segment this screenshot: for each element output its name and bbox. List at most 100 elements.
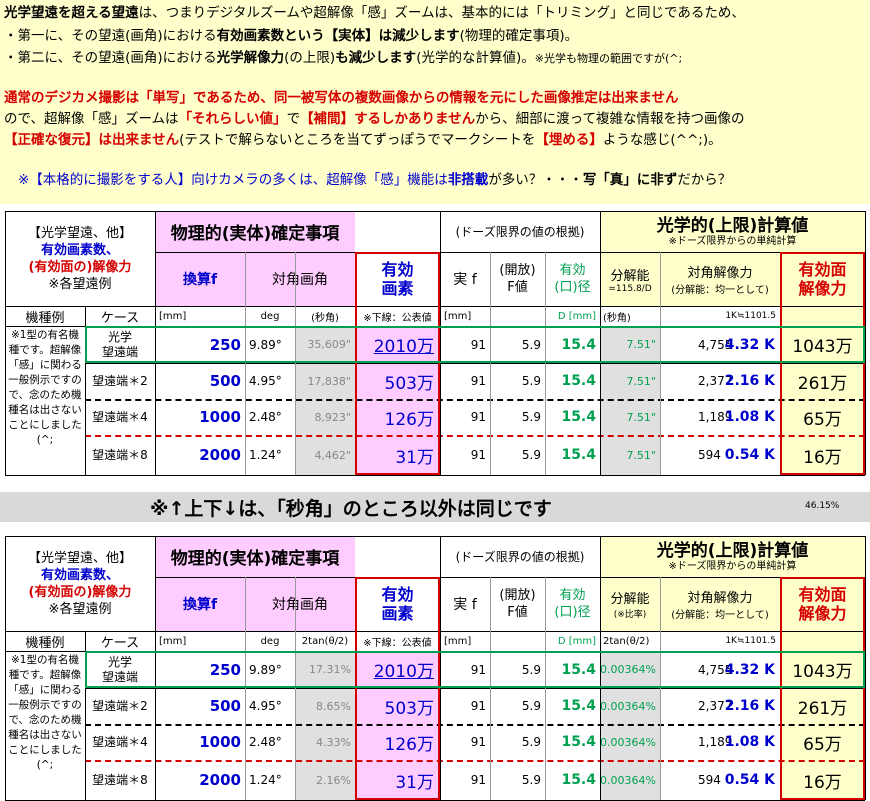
grid-v-6 <box>660 252 661 475</box>
optical-title-main: 光学的(上限)計算値 <box>656 215 809 236</box>
spec-table-ratio: 【光学望遠、他】 有効画素数、 (有効面の)解像力 ※各望遠例 物理的(実体)確定事項(… <box>0 536 870 801</box>
note-line-1: 光学望遠を超える望遠は、つまりデジタルズームや超解像「感」ズームは、基本的には「… <box>4 5 745 21</box>
header-diag-main: 対角解像力 <box>687 591 753 606</box>
row-eff-res: 1043万 <box>792 662 853 682</box>
row-pixels: 503万 <box>355 688 440 724</box>
optical-title: 光学的(上限)計算値 ※ドーズ限界からの単純計算 <box>600 536 865 577</box>
row-eff-res: 16万 <box>803 772 842 793</box>
row-resolution: 0.00364% <box>600 724 660 760</box>
row-case: 望遠端＊2 <box>92 698 148 713</box>
row-real-f: 91 <box>470 448 486 462</box>
grid-top <box>5 211 865 212</box>
row-case: 望遠端＊4 <box>92 734 148 749</box>
grid-v-doors <box>440 536 441 800</box>
row-diag-k: 1.08 K <box>724 734 775 750</box>
row-real-f: 91 <box>470 410 486 424</box>
spec-table-arcsec: 【光学望遠、他】 有効画素数、 (有効面の)解像力 ※各望遠例 物理的(実体)確定事項(… <box>0 211 870 476</box>
row-resolution: 0.00364% <box>600 760 660 800</box>
row-angle-alt: 35,609" <box>295 326 355 363</box>
physical-title: 物理的(実体)確定事項 <box>170 224 340 244</box>
row-angle-deg: 2.48° <box>249 735 282 749</box>
header-angle: 対角画角 <box>272 597 328 613</box>
row-resolution: 7.51" <box>600 435 660 475</box>
row-angle-deg: 4.95° <box>249 699 282 713</box>
unit-k: 1K≒1101.5 <box>725 311 776 321</box>
note-line-3: ・第二に、その望遠(画角)における光学解像力(の上限)も減少します(光学的な計算… <box>4 50 683 66</box>
row-pixels: 126万 <box>355 399 440 435</box>
row-angle-alt: 2.16% <box>295 760 355 800</box>
header-angle: 対角画角 <box>272 272 328 288</box>
row-focal: 1000 <box>199 733 241 751</box>
row-pixels: 503万 <box>355 363 440 399</box>
row-angle-alt: 17,838" <box>295 363 355 399</box>
row-angle-alt: 8.65% <box>295 688 355 724</box>
row-case: 望遠端＊4 <box>92 409 148 424</box>
banner-percent: 46.15% <box>805 501 840 511</box>
grid-h1 <box>155 577 865 578</box>
unit-third: (秒角) <box>311 312 339 324</box>
header-fnumber: (開放) F値 <box>499 588 536 620</box>
grid-v-major-1 <box>155 211 156 475</box>
row-case: 光学 望遠端 <box>101 654 138 684</box>
grid-row1 <box>85 363 865 364</box>
row-fnumber: 5.9 <box>521 410 541 424</box>
row-focal: 250 <box>209 335 241 354</box>
corner-line-3: (有効面の)解像力 <box>28 259 132 275</box>
grid-v-6 <box>660 577 661 800</box>
grid-v-1 <box>295 577 296 800</box>
grid-v-2 <box>355 577 356 800</box>
unit-pixels: ※下線：公表値 <box>363 637 432 649</box>
row-resolution: 0.00364% <box>600 651 660 688</box>
header-eff-res: 有効面 解像力 <box>798 585 847 623</box>
grid-h1 <box>155 252 865 253</box>
row-resolution: 7.51" <box>600 326 660 363</box>
header-resolution-main: 分解能 <box>610 592 650 607</box>
doors-title: (ドーズ限界の値の根拠) <box>455 225 585 239</box>
note-line-7: ※【本格的に撮影をする人】向けカメラの多くは、超解像「感」機能は非搭載が多い？・… <box>18 172 732 188</box>
row-eff-res: 1043万 <box>792 337 853 357</box>
unit-pixels: ※下線：公表値 <box>363 312 432 324</box>
row-fnumber: 5.9 <box>521 699 541 713</box>
corner-line-2: 有効画素数、 <box>40 242 119 258</box>
grid-v-7 <box>780 252 781 475</box>
grid-row1 <box>85 688 865 689</box>
grid-v-2 <box>355 252 356 475</box>
grid-v-doors <box>440 211 441 475</box>
header-real-f: 実 f <box>453 597 477 613</box>
row-pixels: 2010万 <box>355 651 440 688</box>
header-diag-res: 対角解像力 (分解能：均一として) <box>660 577 780 631</box>
optical-title: 光学的(上限)計算値 ※ドーズ限界からの単純計算 <box>600 211 865 252</box>
unit-d: D [mm] <box>557 635 596 647</box>
header-f: 換算f <box>182 272 218 288</box>
row-pixels: 126万 <box>355 724 440 760</box>
unit-mm-real: [mm] <box>444 310 472 322</box>
row-focal: 2000 <box>199 446 241 464</box>
row-eff-res: 65万 <box>803 409 842 430</box>
grid-v-0 <box>245 577 246 800</box>
row-focal: 500 <box>209 697 241 715</box>
grid-row2 <box>85 399 865 401</box>
header-real-f: 実 f <box>453 272 477 288</box>
corner-line-4: ※各望遠例 <box>48 276 112 292</box>
unit-mm: [mm] <box>159 635 187 647</box>
row-angle-deg: 4.95° <box>249 374 282 388</box>
corner-line-1: 【光学望遠、他】 <box>27 550 132 566</box>
row-angle-deg: 1.24° <box>249 448 282 462</box>
row-case: 望遠端＊8 <box>92 447 148 462</box>
row-angle-deg: 1.24° <box>249 773 282 787</box>
row-focal: 1000 <box>199 408 241 426</box>
row-resolution: 7.51" <box>600 399 660 435</box>
unit-mm: [mm] <box>159 310 187 322</box>
grid-v-case <box>85 306 86 475</box>
grid-h2 <box>5 306 865 307</box>
grid-v-4 <box>490 577 491 800</box>
grid-v-0 <box>245 252 246 475</box>
row-aperture: 15.4 <box>561 336 596 353</box>
row-fnumber: 5.9 <box>521 773 541 787</box>
header-diag-res: 対角解像力 (分解能：均一として) <box>660 252 780 306</box>
row-fnumber: 5.9 <box>521 448 541 462</box>
row-eff-res: 65万 <box>803 734 842 755</box>
row-diag-k: 0.54 K <box>724 447 775 463</box>
row-real-f: 91 <box>470 337 486 352</box>
row-pixels: 31万 <box>355 760 440 800</box>
